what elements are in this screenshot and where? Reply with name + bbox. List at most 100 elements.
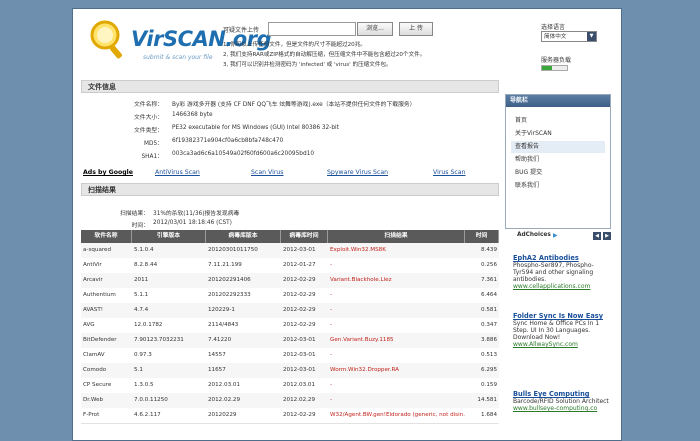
- next-ad-button[interactable]: ▶: [603, 232, 611, 240]
- info-value: By彩 游戏多开器 (支持 CF DNF QQ飞车 炫舞等游戏).exe（本站不…: [172, 102, 416, 108]
- table-row: Authentium 5.1.1 201202292333 2012-02-29 - 6.…: [81, 288, 499, 304]
- adchoices[interactable]: AdChoices ▶ ◀ ▶: [517, 232, 611, 242]
- upload-button[interactable]: 上 传: [399, 22, 433, 36]
- language-label: 选择语言: [541, 24, 566, 31]
- table-cell: 5.1.0.4: [134, 247, 154, 253]
- table-cell: 7.11.21.199: [208, 262, 242, 268]
- table-cell: 2012-02-29: [283, 412, 316, 418]
- column-header[interactable]: 软件名称: [81, 230, 132, 243]
- language-select[interactable]: 简体中文 ▼: [541, 31, 597, 42]
- table-cell: 3.886: [480, 337, 497, 343]
- column-header: 引擎版本: [132, 230, 206, 243]
- table-cell: 2011: [134, 277, 149, 283]
- page-container: VirSCAN.org submit & scan your file 可疑文件…: [72, 8, 622, 441]
- table-header: 软件名称 引擎版本 病毒库版本 病毒库时间 扫描结果 时间: [81, 230, 499, 243]
- spyware-virus-scan-link[interactable]: Spyware Virus Scan: [327, 169, 388, 176]
- table-cell: -: [330, 322, 333, 328]
- table-cell: 7.361: [480, 277, 497, 283]
- prev-ad-button[interactable]: ◀: [593, 232, 601, 240]
- ad-body: Sync Home & Office PCs In 1 Step. UI In …: [513, 320, 600, 341]
- ad-url[interactable]: www.AllwaySync.com: [513, 341, 613, 348]
- table-cell: 201202292333: [208, 292, 251, 298]
- language-panel: 选择语言 简体中文 ▼ 服务器负载: [541, 22, 611, 71]
- adchoices-label: AdChoices: [517, 232, 551, 238]
- browse-button[interactable]: 浏览...: [357, 22, 393, 36]
- table-row: F-Prot 4.6.2.117 20120229 2012-02-29 W32/Age…: [81, 408, 499, 424]
- table-cell: -: [330, 382, 333, 388]
- table-cell: F-Prot: [83, 412, 100, 418]
- table-cell: 2012-03-01: [283, 337, 316, 343]
- table-cell: Gen.Variant.Buzy.1185: [330, 337, 394, 343]
- table-cell: AVAST!: [83, 307, 103, 313]
- ad-title[interactable]: Folder Sync Is Now Easy: [513, 312, 613, 320]
- info-key: SHA1：: [141, 154, 164, 160]
- table-cell: -: [330, 352, 333, 358]
- ad-unit[interactable]: Folder Sync Is Now Easy Sync Home & Offi…: [513, 312, 613, 348]
- table-cell: W32/Agent.BW.gen!Eldorado (generic, not …: [330, 412, 465, 418]
- sidebar-item-bug[interactable]: BUG 提交: [511, 167, 605, 179]
- antivirus-scan-link[interactable]: AntiVirus Scan: [155, 169, 200, 176]
- file-info-title: 文件信息: [81, 80, 499, 93]
- scan-time-value: 2012/03/01 18:18:46 (CST): [153, 220, 232, 226]
- table-cell: 2114/4843: [208, 322, 239, 328]
- table-cell: Variant.Blackhole.Llez: [330, 277, 392, 283]
- table-row: ClamAV 0.97.3 14557 2012-03-01 - 0.513: [81, 348, 499, 364]
- ad-url[interactable]: www.bullseye-computing.co: [513, 405, 613, 412]
- table-row: AVAST! 4.7.4 120229-1 2012-02-29 - 0.581: [81, 303, 499, 319]
- table-cell: Worm.Win32.Dropper.RA: [330, 367, 399, 373]
- table-cell: 4.7.4: [134, 307, 149, 313]
- table-cell: 0.513: [480, 352, 497, 358]
- table-cell: 2012.03.01: [283, 382, 316, 388]
- table-cell: 1.684: [480, 412, 497, 418]
- table-cell: 2012.03.01: [208, 382, 241, 388]
- magnifier-icon: [90, 20, 122, 59]
- info-value: 6f19382371e904cf0a6cb8bfa748c470: [172, 138, 284, 144]
- virus-scan-link[interactable]: Virus Scan: [433, 169, 466, 176]
- table-cell: 14.581: [477, 397, 497, 403]
- table-cell: -: [330, 307, 333, 313]
- table-row: Arcavir 2011 201202291406 2012-02-29 Variant…: [81, 273, 499, 289]
- sidebar-item-contact[interactable]: 联系我们: [511, 180, 605, 192]
- table-row: CP Secure 1.3.0.5 2012.03.01 2012.03.01 - 0.1…: [81, 378, 499, 394]
- info-key: 文件大小：: [134, 115, 163, 121]
- ad-unit[interactable]: Bulls Eye Computing Barcode/RFID Solutio…: [513, 390, 613, 412]
- scan-time-key: 时间：: [131, 223, 149, 229]
- info-value: PE32 executable for MS Windows (GUI) Int…: [172, 125, 339, 131]
- ad-url[interactable]: www.cellapplications.com: [513, 283, 613, 290]
- table-row: BitDefender 7.90123.7032231 7.41220 2012-03…: [81, 333, 499, 349]
- table-cell: 0.256: [480, 262, 497, 268]
- table-cell: 12.0.1782: [134, 322, 163, 328]
- table-cell: BitDefender: [83, 337, 117, 343]
- column-header: 扫描结果: [328, 230, 465, 243]
- adchoices-icon: ▶: [553, 232, 558, 239]
- sidebar-item-help[interactable]: 帮助我们: [511, 154, 605, 166]
- sidebar-item-reports[interactable]: 查看报告: [511, 141, 605, 153]
- ad-title[interactable]: Bulls Eye Computing: [513, 390, 613, 398]
- ad-unit[interactable]: EphA2 Antibodies Phospho-Ser897, Phospho…: [513, 254, 613, 290]
- table-cell: a-squared: [83, 247, 112, 253]
- server-load-bar: [541, 65, 568, 71]
- scan-virus-link[interactable]: Scan Virus: [251, 169, 284, 176]
- ad-title[interactable]: EphA2 Antibodies: [513, 254, 613, 262]
- table-cell: 120229-1: [208, 307, 235, 313]
- column-header: 病毒库版本: [206, 230, 281, 243]
- info-value: 1466368 byte: [172, 112, 213, 118]
- sidebar-item-about[interactable]: 关于VirSCAN: [511, 128, 605, 140]
- file-input[interactable]: [268, 22, 356, 36]
- ads-by-google-link[interactable]: Ads by Google: [83, 169, 133, 176]
- virscan-logo[interactable]: VirSCAN.org submit & scan your file: [87, 17, 272, 65]
- table-cell: ClamAV: [83, 352, 105, 358]
- table-cell: 7.0.0.11250: [134, 397, 168, 403]
- table-row: AntiVir 8.2.8.44 7.11.21.199 2012-01-27 - 0.2…: [81, 258, 499, 274]
- info-key: MD5：: [144, 141, 163, 147]
- upload-note: 1, 你可以上传任何文件，但是文件的尺寸不能超过20兆。: [223, 42, 366, 48]
- ad-body: Phospho-Ser897, Phospho-Tyr594 and other…: [513, 262, 594, 283]
- scan-result-value: 31%的杀软(11/36)报告发现病毒: [153, 211, 240, 217]
- sidebar-item-home[interactable]: 首页: [511, 115, 605, 127]
- table-cell: 2012-02-29: [283, 307, 316, 313]
- table-cell: 2012.02.29: [283, 397, 316, 403]
- table-cell: 2012-02-29: [283, 322, 316, 328]
- table-cell: 2012-02-29: [283, 292, 316, 298]
- ad-body: Barcode/RFID Solution Architect: [513, 398, 609, 405]
- table-cell: 2012-03-01: [283, 367, 316, 373]
